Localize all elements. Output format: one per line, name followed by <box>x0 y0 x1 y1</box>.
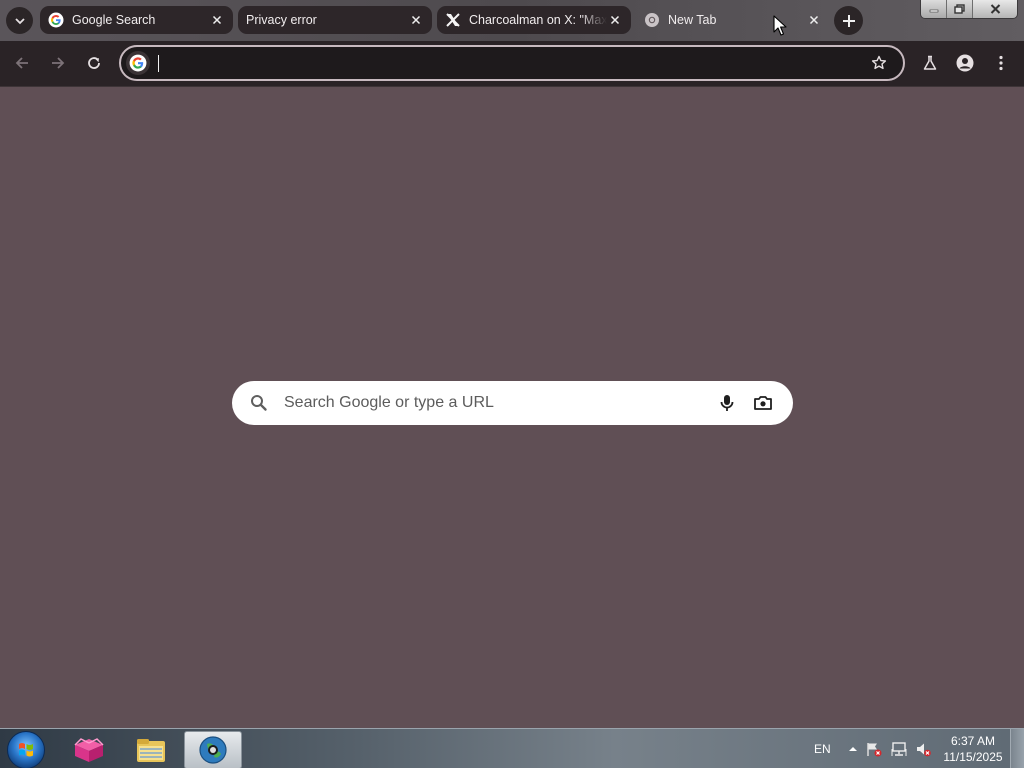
tab-close-button[interactable] <box>607 12 623 28</box>
menu-button[interactable] <box>988 50 1014 76</box>
more-vertical-icon <box>999 55 1003 71</box>
tab-search-button[interactable] <box>6 7 33 34</box>
address-bar[interactable] <box>119 45 905 81</box>
tab-title: Google Search <box>72 13 156 27</box>
start-button[interactable] <box>7 731 45 768</box>
language-indicator[interactable]: EN <box>814 729 831 768</box>
google-g-icon <box>129 54 147 72</box>
flask-icon <box>923 55 937 70</box>
mouse-cursor-icon <box>773 15 787 36</box>
show-hidden-icons-icon[interactable] <box>845 741 861 757</box>
text-caret <box>158 55 159 72</box>
bookmark-star-button[interactable] <box>869 53 889 73</box>
close-icon <box>990 4 1000 14</box>
x-logo-icon <box>446 13 460 27</box>
taskbar-file-explorer[interactable] <box>122 731 180 768</box>
toolbar-divider <box>0 86 1024 87</box>
taskbar-app-pink-box[interactable] <box>60 731 118 768</box>
close-icon <box>809 15 819 25</box>
clock-time: 6:37 AM <box>950 734 996 748</box>
tab-google-search[interactable]: Google Search <box>40 6 233 34</box>
search-icon <box>251 395 267 411</box>
clock-date: 11/15/2025 <box>943 750 1003 764</box>
star-icon <box>871 55 887 70</box>
profile-button[interactable] <box>952 50 978 76</box>
account-icon <box>956 54 974 72</box>
tab-title: Charcoalman on X: "Max <box>469 13 607 27</box>
forward-button[interactable] <box>45 50 71 76</box>
minimize-icon <box>929 9 938 13</box>
network-icon[interactable] <box>891 741 907 757</box>
google-g-icon <box>48 12 64 28</box>
tab-charcoalman-x[interactable]: Charcoalman on X: "Max <box>437 6 631 34</box>
show-desktop-button[interactable] <box>1010 729 1024 768</box>
folder-icon <box>137 739 165 762</box>
address-input[interactable] <box>157 52 857 74</box>
back-button[interactable] <box>9 50 35 76</box>
close-icon <box>411 15 421 25</box>
arrow-left-icon <box>15 57 28 69</box>
close-icon <box>212 15 222 25</box>
volume-muted-icon[interactable] <box>915 741 931 757</box>
tab-title: Privacy error <box>246 13 317 27</box>
new-tab-button[interactable] <box>834 6 863 35</box>
reload-button[interactable] <box>81 50 107 76</box>
close-window-button[interactable] <box>973 0 1017 18</box>
action-center-flag-icon[interactable] <box>866 741 882 757</box>
browser-toolbar <box>0 41 1024 86</box>
system-clock[interactable]: 6:37 AM 11/15/2025 <box>940 733 1006 765</box>
tab-new-tab[interactable]: New Tab <box>636 6 830 34</box>
windows-logo-icon <box>19 743 33 757</box>
camera-icon[interactable] <box>752 392 774 414</box>
windows-taskbar: EN 6:37 AM 11/15/2025 <box>0 728 1024 768</box>
tab-strip: Google Search Privacy error Charcoalman … <box>0 0 1024 41</box>
arrow-right-icon <box>52 57 65 69</box>
app-box-icon <box>74 738 104 762</box>
tab-close-button[interactable] <box>408 12 424 28</box>
microphone-icon[interactable] <box>716 392 738 414</box>
tab-close-button[interactable] <box>209 12 225 28</box>
close-icon <box>610 15 620 25</box>
reload-icon <box>88 57 100 69</box>
ntp-search-box[interactable]: Search Google or type a URL <box>232 381 793 425</box>
site-info-button[interactable] <box>126 51 150 75</box>
restore-button[interactable] <box>947 0 973 18</box>
plus-icon <box>842 14 855 27</box>
chrome-icon <box>645 13 659 27</box>
browser-globe-icon <box>199 736 227 764</box>
chevron-down-icon <box>14 17 25 24</box>
restore-icon <box>954 4 965 14</box>
tab-privacy-error[interactable]: Privacy error <box>238 6 432 34</box>
minimize-button[interactable] <box>921 0 947 18</box>
taskbar-chrome-browser[interactable] <box>184 731 242 768</box>
labs-button[interactable] <box>917 50 943 76</box>
tab-close-button[interactable] <box>806 12 822 28</box>
window-controls <box>920 0 1018 19</box>
ntp-search-placeholder: Search Google or type a URL <box>284 394 494 411</box>
